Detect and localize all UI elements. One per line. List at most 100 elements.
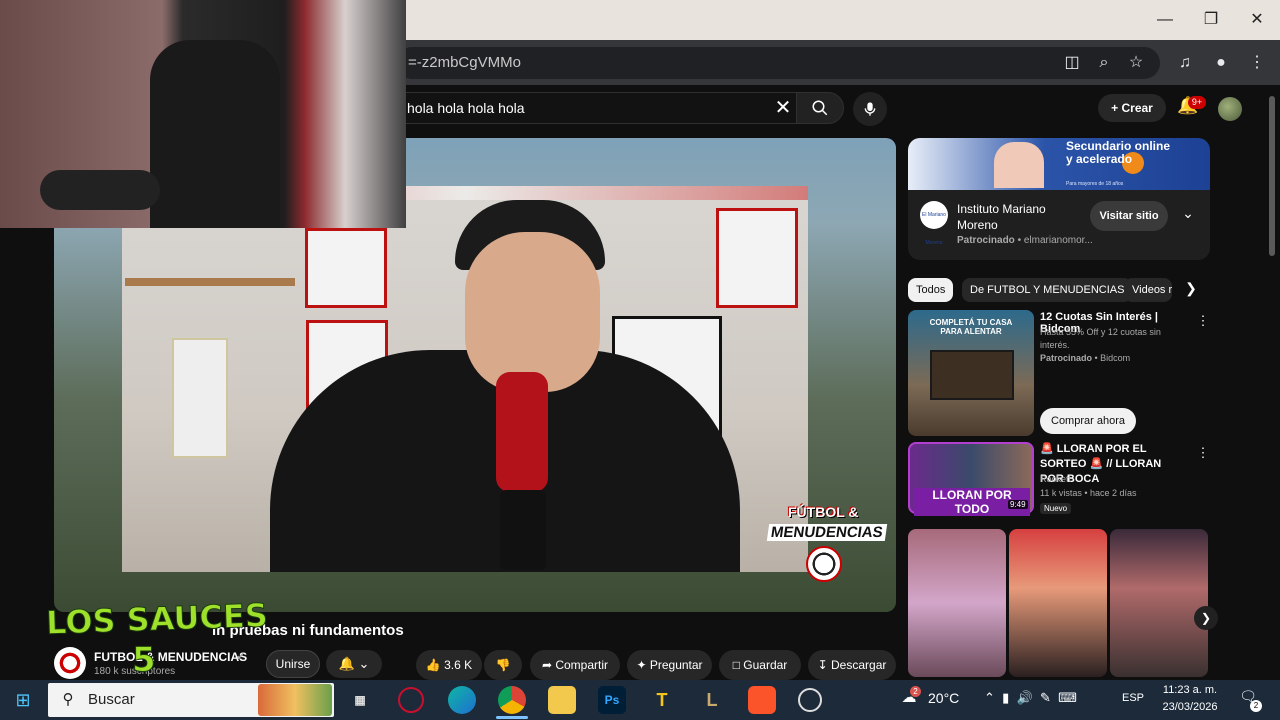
chip-all[interactable]: Todos bbox=[908, 278, 954, 302]
league-of-legends-icon[interactable]: L bbox=[698, 686, 726, 714]
buy-now-button[interactable]: Comprar ahora bbox=[1040, 408, 1136, 434]
usb-icon[interactable]: ▮ bbox=[1002, 690, 1009, 705]
search-icon bbox=[812, 100, 828, 116]
chevron-right-icon[interactable]: ❯ bbox=[1180, 280, 1202, 302]
short-thumbnail[interactable] bbox=[1110, 529, 1208, 677]
restore-icon[interactable]: ❐ bbox=[1188, 8, 1234, 32]
advertiser-logo: El Mariano Moreno bbox=[920, 201, 948, 246]
scrollbar-thumb[interactable] bbox=[1269, 96, 1275, 256]
channel-watermark-logo: FÚTBOL & MENUDENCIAS bbox=[766, 500, 888, 584]
channel-name[interactable]: FUTBOL & MENUDENCIAS bbox=[94, 650, 247, 664]
install-app-icon[interactable]: ◫ bbox=[1061, 52, 1083, 74]
video-frame-person-head bbox=[465, 232, 600, 392]
search-icon: ⚲ bbox=[62, 691, 74, 708]
subscription-bell-button[interactable]: 🔔 ⌄ bbox=[326, 650, 382, 678]
sponsored-description: Hasta 55% Off y 12 cuotas sin interés. bbox=[1040, 327, 1161, 350]
ask-button[interactable]: ✦ Preguntar bbox=[627, 650, 712, 680]
visit-site-button[interactable]: Visitar sitio bbox=[1090, 201, 1168, 231]
obs-icon[interactable] bbox=[798, 688, 822, 712]
webcam-person bbox=[150, 40, 280, 228]
volume-icon[interactable]: 🔊 bbox=[1017, 690, 1033, 705]
sponsored-label: Patrocinado bbox=[1040, 353, 1093, 363]
stream-overlay-text: LOS SAUCES bbox=[45, 596, 269, 643]
search-highlight-image bbox=[258, 684, 332, 716]
app-t-icon[interactable]: T bbox=[648, 686, 676, 714]
share-button[interactable]: ➦ Compartir bbox=[530, 650, 620, 680]
sponsored-thumbnail-tv bbox=[930, 350, 1014, 400]
voice-search-button[interactable] bbox=[853, 92, 887, 126]
like-button[interactable]: 👍 3.6 K bbox=[416, 650, 482, 680]
weather-temperature[interactable]: 20°C bbox=[928, 690, 959, 706]
channel-avatar[interactable] bbox=[54, 647, 86, 679]
clock-time[interactable]: 11:23 a. m. bbox=[1158, 684, 1222, 696]
file-explorer-icon[interactable] bbox=[548, 686, 576, 714]
ad-banner-fineprint: Para mayores de 18 años bbox=[1066, 181, 1124, 187]
video-frame-microphone bbox=[496, 372, 548, 492]
video-frame-poster bbox=[305, 228, 387, 308]
opera-gx-icon[interactable] bbox=[398, 687, 424, 713]
brave-icon[interactable] bbox=[748, 686, 776, 714]
bookmark-icon: □ bbox=[732, 658, 744, 672]
new-badge: Nuevo bbox=[1040, 503, 1072, 514]
like-count: 3.6 K bbox=[444, 658, 473, 672]
zoom-icon[interactable]: ⌕ bbox=[1093, 52, 1115, 74]
close-window-icon[interactable]: ✕ bbox=[1234, 8, 1280, 32]
bookmark-star-icon[interactable]: ☆ bbox=[1125, 52, 1147, 74]
create-label: Crear bbox=[1121, 101, 1153, 115]
bell-icon: 🔔 bbox=[338, 656, 355, 671]
system-tray[interactable]: ⌃ ▮ 🔊 ✎ ⌨ bbox=[984, 690, 1114, 710]
chip-channel[interactable]: De FUTBOL Y MENUDENCIAS bbox=[962, 278, 1133, 302]
video-frame-shelf bbox=[125, 278, 295, 286]
chevron-down-icon[interactable]: ⌄ bbox=[1178, 205, 1198, 225]
search-input[interactable]: hola hola hola hola bbox=[396, 92, 796, 124]
media-control-icon[interactable]: ♫ bbox=[1174, 52, 1196, 74]
video-duration: 9:49 bbox=[1008, 500, 1028, 509]
sparkle-icon: ✦ bbox=[636, 658, 650, 672]
profile-icon[interactable]: ● bbox=[1210, 52, 1232, 74]
save-label: Guardar bbox=[743, 658, 788, 672]
short-thumbnail[interactable] bbox=[1009, 529, 1107, 677]
join-button[interactable]: Unirse bbox=[266, 650, 320, 678]
pen-icon[interactable]: ✎ bbox=[1040, 690, 1051, 705]
notification-count-badge: 2 bbox=[1250, 700, 1262, 712]
language-indicator[interactable]: ESP bbox=[1122, 692, 1144, 704]
keyboard-icon[interactable]: ⌨ bbox=[1058, 690, 1077, 705]
sponsored-advertiser: Bidcom bbox=[1100, 353, 1131, 363]
photoshop-icon[interactable]: Ps bbox=[598, 686, 626, 714]
watermark-line-2: MENUDENCIAS bbox=[766, 524, 887, 541]
search-button[interactable] bbox=[796, 92, 844, 124]
dislike-button[interactable]: 👎 bbox=[484, 650, 522, 680]
more-options-icon[interactable]: ⋮ bbox=[1196, 312, 1210, 330]
more-options-icon[interactable]: ⋮ bbox=[1196, 444, 1210, 462]
download-icon: ↧ bbox=[817, 658, 832, 672]
account-avatar[interactable] bbox=[1218, 97, 1242, 121]
sponsored-label: Patrocinado bbox=[957, 235, 1015, 246]
weather-badge: 2 bbox=[910, 686, 921, 697]
chrome-icon[interactable] bbox=[498, 686, 526, 714]
clear-search-icon[interactable]: ✕ bbox=[772, 97, 794, 119]
share-label: Compartir bbox=[555, 658, 609, 672]
verified-icon: ✔ bbox=[236, 651, 246, 663]
clock-date[interactable]: 23/03/2026 bbox=[1158, 701, 1222, 713]
chevron-right-icon[interactable]: ❯ bbox=[1194, 606, 1218, 630]
download-label: Descargar bbox=[831, 658, 887, 672]
windows-start-icon[interactable]: ⊞ bbox=[10, 688, 36, 712]
minimize-icon[interactable]: — bbox=[1142, 8, 1188, 32]
chip-related[interactable]: Videos r bbox=[1124, 278, 1172, 302]
ad-banner-person bbox=[994, 142, 1044, 188]
video-frame-player-card bbox=[172, 338, 228, 458]
download-button[interactable]: ↧ Descargar bbox=[808, 650, 896, 680]
address-bar[interactable]: =-z2mbCgVMMo bbox=[396, 47, 1160, 79]
edge-icon[interactable] bbox=[448, 686, 476, 714]
browser-menu-icon[interactable]: ⋮ bbox=[1246, 52, 1268, 74]
video-frame-mic-stand bbox=[500, 490, 546, 570]
save-button[interactable]: □ Guardar bbox=[719, 650, 801, 680]
short-thumbnail[interactable] bbox=[908, 529, 1006, 677]
task-view-icon[interactable]: ▦ bbox=[346, 686, 374, 714]
advertiser-name[interactable]: Instituto Mariano Moreno bbox=[957, 201, 1087, 233]
chevron-up-icon[interactable]: ⌃ bbox=[984, 690, 995, 705]
stream-overlay-number: 5 bbox=[132, 640, 157, 681]
notifications-badge: 9+ bbox=[1188, 96, 1206, 109]
create-button[interactable]: + Crear bbox=[1098, 94, 1166, 122]
video-rec-channel[interactable]: Rookett bbox=[1040, 474, 1071, 484]
